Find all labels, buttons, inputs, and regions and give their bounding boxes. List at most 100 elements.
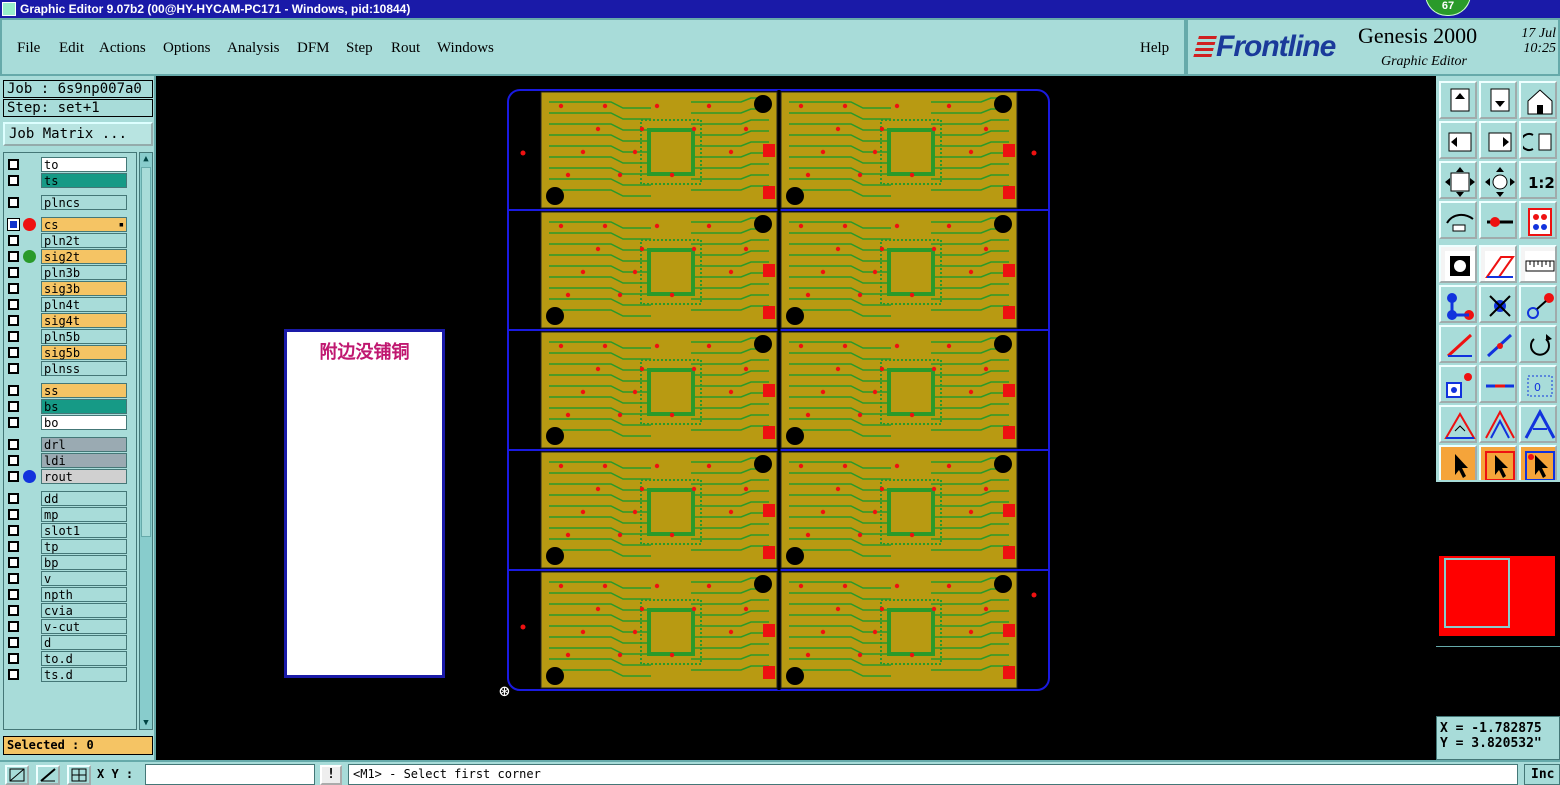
layer-row[interactable]: bp [6, 555, 127, 570]
layer-checkbox[interactable] [8, 267, 19, 278]
menu-actions[interactable]: Actions [99, 40, 146, 57]
warning-icon[interactable]: ! [320, 765, 342, 785]
layer-checkbox[interactable] [8, 455, 19, 466]
home-icon[interactable] [1519, 81, 1557, 119]
layer-row[interactable]: pln3b [6, 265, 127, 280]
overview-map[interactable] [1436, 480, 1560, 716]
line-red-icon[interactable] [1439, 325, 1477, 363]
layer-name[interactable]: sig2t [41, 249, 127, 264]
layer-checkbox[interactable] [8, 605, 19, 616]
menu-options[interactable]: Options [163, 40, 211, 57]
layer-checkbox[interactable] [8, 331, 19, 342]
layer-name[interactable]: bo [41, 415, 127, 430]
layer-name[interactable]: to [41, 157, 127, 172]
layer-checkbox[interactable] [8, 471, 19, 482]
layer-name[interactable]: slot1 [41, 523, 127, 538]
layer-name[interactable]: sig4t [41, 313, 127, 328]
layer-checkbox[interactable] [8, 621, 19, 632]
zoom-fit-icon[interactable] [1439, 161, 1477, 199]
layer-row[interactable]: pln4t [6, 297, 127, 312]
layer-name[interactable]: pln4t [41, 297, 127, 312]
layer-row[interactable]: v-cut [6, 619, 127, 634]
angle-icon[interactable] [1439, 405, 1477, 443]
layer-name[interactable]: ts [41, 173, 127, 188]
layer-row[interactable]: cvia [6, 603, 127, 618]
layer-checkbox[interactable] [8, 493, 19, 504]
polygon-icon[interactable] [1479, 245, 1517, 283]
line-blue-icon[interactable] [1479, 325, 1517, 363]
layer-checkbox[interactable] [8, 251, 19, 262]
layer-name[interactable]: mp [41, 507, 127, 522]
connect-icon[interactable] [1439, 285, 1477, 323]
layer-name[interactable]: npth [41, 587, 127, 602]
layer-checkbox[interactable] [8, 573, 19, 584]
layer-row[interactable]: sig4t [6, 313, 127, 328]
layer-row[interactable]: ts.d [6, 667, 127, 682]
layer-checkbox[interactable] [8, 669, 19, 680]
xy-input[interactable] [145, 764, 315, 785]
menu-edit[interactable]: Edit [59, 40, 84, 57]
layer-name[interactable]: pln5b [41, 329, 127, 344]
layer-row[interactable]: bs [6, 399, 127, 414]
layer-checkbox[interactable] [8, 653, 19, 664]
scroll-thumb[interactable] [141, 167, 151, 537]
menu-dfm[interactable]: DFM [297, 40, 330, 57]
layer-row[interactable]: cs [6, 217, 127, 232]
layer-name[interactable]: pln3b [41, 265, 127, 280]
layer-checkbox[interactable] [8, 525, 19, 536]
layer-checkbox[interactable] [8, 235, 19, 246]
select-box-icon[interactable] [1479, 445, 1517, 483]
angle-snap-icon[interactable] [36, 765, 60, 785]
layer-checkbox[interactable] [7, 218, 20, 231]
layer-name[interactable]: bp [41, 555, 127, 570]
layer-name[interactable]: ts.d [41, 667, 127, 682]
layer-row[interactable]: rout [6, 469, 127, 484]
layer-row[interactable]: v [6, 571, 127, 586]
scroll-down-icon[interactable]: ▼ [140, 717, 152, 729]
layer-pads-icon[interactable] [1519, 201, 1557, 239]
layer-name[interactable]: v-cut [41, 619, 127, 634]
layer-row[interactable]: ldi [6, 453, 127, 468]
snap-icon[interactable] [1439, 201, 1477, 239]
layer-row[interactable]: to.d [6, 651, 127, 666]
layer-row[interactable]: sig2t [6, 249, 127, 264]
annotation-box[interactable]: 附边没铺铜 [284, 329, 445, 678]
layer-checkbox[interactable] [8, 541, 19, 552]
grid-snap-icon[interactable] [67, 765, 91, 785]
layer-checkbox[interactable] [8, 363, 19, 374]
move-right-icon[interactable] [1479, 121, 1517, 159]
menu-windows[interactable]: Windows [437, 40, 494, 57]
layer-row[interactable]: plncs [6, 195, 127, 210]
copy-icon[interactable] [1439, 365, 1477, 403]
layer-checkbox[interactable] [8, 347, 19, 358]
app-icon[interactable] [2, 2, 16, 16]
delete-icon[interactable] [1479, 285, 1517, 323]
layer-checkbox[interactable] [8, 283, 19, 294]
layer-row[interactable]: sig3b [6, 281, 127, 296]
layer-checkbox[interactable] [8, 299, 19, 310]
select-point-icon[interactable] [1519, 445, 1557, 483]
layer-checkbox[interactable] [8, 509, 19, 520]
layer-name[interactable]: drl [41, 437, 127, 452]
select-icon[interactable] [1439, 445, 1477, 483]
zoom-center-icon[interactable] [1479, 161, 1517, 199]
layer-checkbox[interactable] [8, 589, 19, 600]
menu-rout[interactable]: Rout [391, 40, 420, 57]
overview-viewport[interactable] [1444, 558, 1510, 628]
layer-row[interactable]: sig5b [6, 345, 127, 360]
layer-name[interactable]: dd [41, 491, 127, 506]
menu-analysis[interactable]: Analysis [227, 40, 280, 57]
layer-row[interactable]: pln5b [6, 329, 127, 344]
menu-file[interactable]: File [17, 40, 40, 57]
fill-icon[interactable] [1439, 245, 1477, 283]
layer-name[interactable]: rout [41, 469, 127, 484]
layer-row[interactable]: slot1 [6, 523, 127, 538]
layer-row[interactable]: npth [6, 587, 127, 602]
units-toggle[interactable]: Inc [1524, 764, 1560, 785]
layer-checkbox[interactable] [8, 315, 19, 326]
zoom-window-icon[interactable] [5, 765, 29, 785]
layer-checkbox[interactable] [8, 401, 19, 412]
layer-row[interactable]: plnss [6, 361, 127, 376]
layer-list[interactable]: tots plncs cspln2tsig2tpln3bsig3bpln4tsig4… [3, 152, 137, 730]
layer-name[interactable]: cvia [41, 603, 127, 618]
